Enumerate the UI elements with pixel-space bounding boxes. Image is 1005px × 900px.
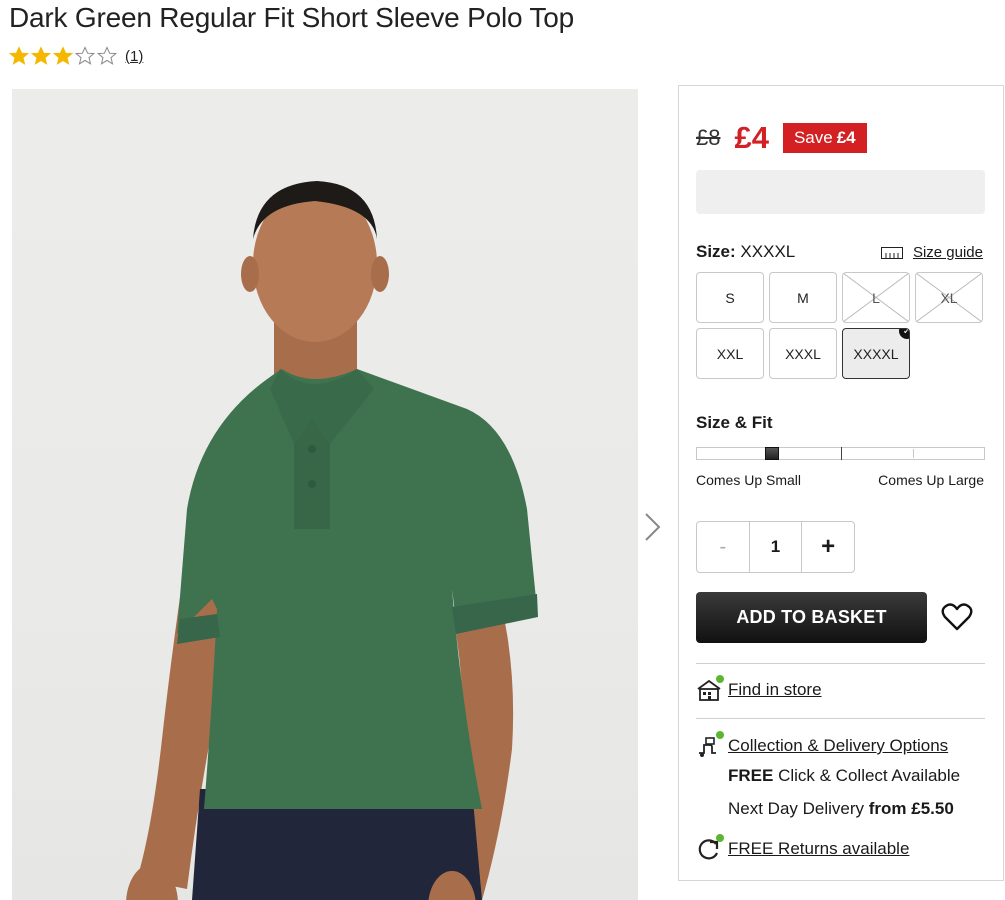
click-collect-free: FREE xyxy=(728,766,774,785)
chevron-right-icon[interactable] xyxy=(640,510,664,544)
star-filled-icon xyxy=(31,46,51,65)
product-image xyxy=(12,89,638,900)
save-label: Save xyxy=(793,128,833,147)
delivery-options-row: Collection & Delivery Options xyxy=(696,731,948,759)
fit-midpoint xyxy=(841,447,842,460)
quantity-stepper: - 1 + xyxy=(696,521,855,573)
free-returns-link[interactable]: FREE Returns available xyxy=(728,839,909,859)
fit-high-label: Comes Up Large xyxy=(878,472,984,488)
size-option-xxxl[interactable]: XXXL xyxy=(769,328,837,379)
size-option-s[interactable]: S xyxy=(696,272,764,323)
size-fit-title: Size & Fit xyxy=(696,413,773,432)
store-icon xyxy=(696,675,724,703)
quantity-increase-button[interactable]: + xyxy=(802,522,854,572)
status-dot xyxy=(716,834,724,842)
size-option-m[interactable]: M xyxy=(769,272,837,323)
next-day-info: Next Day Delivery from £5.50 xyxy=(728,799,954,819)
size-guide-label: Size guide xyxy=(912,244,983,261)
fit-low-label: Comes Up Small xyxy=(696,472,802,488)
delivery-options-link[interactable]: Collection & Delivery Options xyxy=(728,736,948,756)
size-option-label: S xyxy=(725,289,735,306)
size-option-xxxxl[interactable]: XXXXL✓ xyxy=(842,328,910,379)
star-filled-icon xyxy=(9,46,29,65)
next-day-price: from £5.50 xyxy=(868,799,954,818)
size-option-label: XXXXL xyxy=(853,345,899,362)
review-count-link[interactable]: (1) xyxy=(125,48,143,65)
find-in-store-link[interactable]: Find in store xyxy=(728,680,822,700)
sale-price: £4 xyxy=(734,120,769,155)
save-badge: Save £4 xyxy=(782,123,867,153)
star-filled-icon xyxy=(53,46,73,65)
size-option-xl[interactable]: XL xyxy=(915,272,983,323)
delivery-icon xyxy=(696,731,724,759)
size-option-label: L xyxy=(872,289,880,306)
selected-size: XXXXL xyxy=(740,242,796,261)
click-collect-info: FREE Click & Collect Available xyxy=(728,766,960,786)
click-collect-text: Click & Collect Available xyxy=(773,766,961,785)
next-day-text: Next Day Delivery xyxy=(728,799,869,818)
rating-stars xyxy=(9,46,119,66)
product-rating: (1) xyxy=(9,46,143,66)
star-empty-icon xyxy=(75,46,95,65)
size-guide-link[interactable]: Size guide xyxy=(880,244,983,261)
old-price: £8 xyxy=(696,125,721,150)
size-label-text: Size: xyxy=(696,242,736,261)
heart-icon[interactable] xyxy=(941,601,973,633)
fit-tick xyxy=(913,449,914,458)
quantity-value[interactable]: 1 xyxy=(750,522,803,572)
fit-marker xyxy=(765,447,780,460)
check-icon: ✓ xyxy=(899,329,909,339)
quantity-decrease-button[interactable]: - xyxy=(697,522,750,572)
size-option-xxl[interactable]: XXL xyxy=(696,328,764,379)
size-fit-scale xyxy=(696,447,985,460)
star-empty-icon xyxy=(97,46,117,65)
size-option-l[interactable]: L xyxy=(842,272,910,323)
product-title: Dark Green Regular Fit Short Sleeve Polo… xyxy=(9,2,574,33)
divider xyxy=(696,663,985,664)
returns-icon xyxy=(696,834,724,862)
size-option-label: XXXL xyxy=(785,345,821,362)
size-option-label: XXL xyxy=(716,345,744,362)
status-dot xyxy=(716,731,724,739)
size-option-label: M xyxy=(797,289,809,306)
size-options: S M L XL XXL XXXL XXXXL✓ xyxy=(696,272,986,379)
model-wearing-polo-illustration xyxy=(126,181,538,900)
purchase-panel: £8 £4 Save £4 Size: XXXXL Size guide SMLX… xyxy=(678,85,1004,881)
divider xyxy=(696,718,985,719)
size-option-label: XL xyxy=(940,289,958,306)
add-to-basket-button[interactable]: ADD TO BASKET xyxy=(696,592,927,643)
promo-placeholder xyxy=(696,170,985,214)
returns-row: FREE Returns available xyxy=(696,834,909,862)
save-amount: £4 xyxy=(836,128,856,147)
size-label: Size: XXXXL xyxy=(696,242,795,262)
ruler-icon xyxy=(880,246,903,259)
find-in-store-row: Find in store xyxy=(696,675,822,703)
price-row: £8 £4 Save £4 xyxy=(696,120,867,156)
status-dot xyxy=(716,675,724,683)
